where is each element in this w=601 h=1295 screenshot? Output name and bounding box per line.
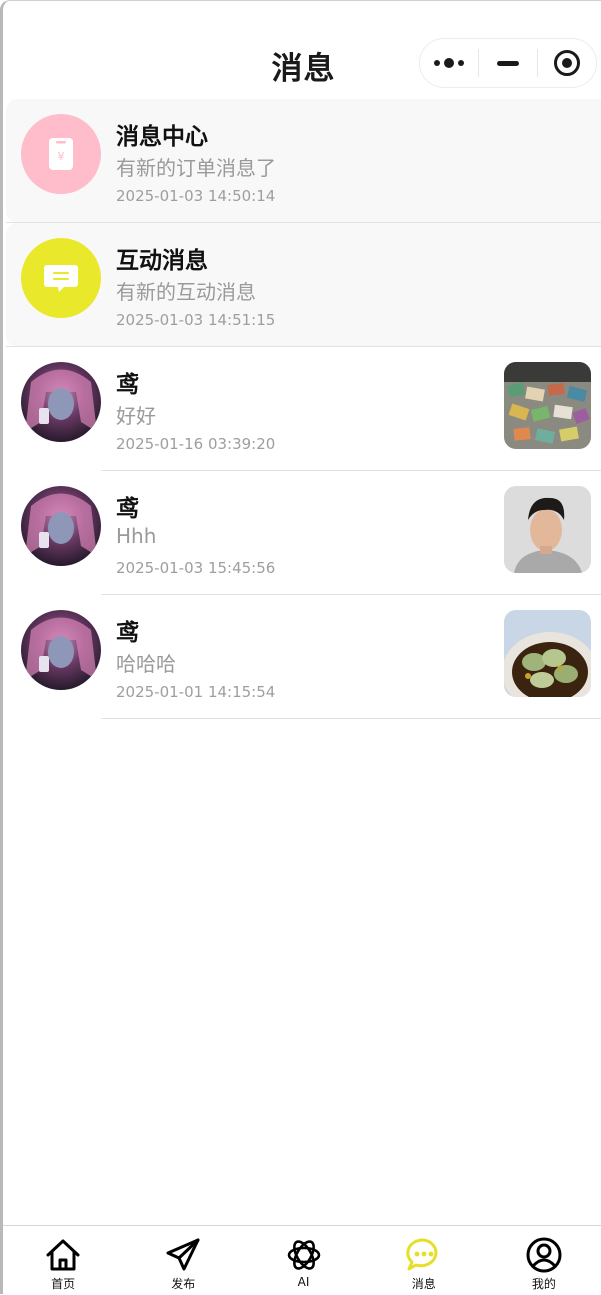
more-dots-icon: [434, 58, 464, 68]
item-time: 2025-01-03 14:51:15: [116, 311, 276, 329]
item-time: 2025-01-03 15:45:56: [116, 559, 276, 577]
list-item-message-center[interactable]: ¥ 消息中心 有新的订单消息了 2025-01-03 14:50:14: [6, 99, 601, 223]
item-name: 消息中心: [116, 124, 208, 150]
tab-label: 消息: [411, 1277, 436, 1291]
chat-icon: [21, 238, 101, 318]
order-icon: ¥: [21, 114, 101, 194]
mini-program-capsule: [419, 38, 597, 88]
message-list: ¥ 消息中心 有新的订单消息了 2025-01-03 14:50:14 互动消息…: [6, 99, 601, 719]
more-button[interactable]: [420, 39, 478, 87]
tab-mine[interactable]: 我的: [484, 1226, 601, 1295]
avatar: [21, 610, 101, 690]
avatar: [21, 486, 101, 566]
item-name: 鸢: [116, 372, 139, 398]
tab-ai[interactable]: AI: [243, 1226, 363, 1295]
tab-publish[interactable]: 发布: [123, 1226, 243, 1295]
tab-label: 首页: [51, 1277, 76, 1291]
avatar: [21, 362, 101, 442]
tab-home[interactable]: 首页: [3, 1226, 123, 1295]
tab-label: 我的: [531, 1277, 556, 1291]
message-icon: [405, 1238, 438, 1271]
divider: [101, 718, 601, 719]
item-preview: 有新的订单消息了: [116, 156, 276, 180]
list-item-chat[interactable]: 鸢 哈哈哈 2025-01-01 14:15:54: [6, 595, 601, 719]
nav-bar: 消息: [3, 1, 601, 99]
ai-icon: [287, 1240, 320, 1270]
item-time: 2025-01-16 03:39:20: [116, 435, 276, 453]
tab-bar: 首页 发布 AI 消息 我的: [3, 1225, 601, 1295]
home-icon: [46, 1239, 80, 1271]
list-item-chat[interactable]: 鸢 好好 2025-01-16 03:39:20: [6, 347, 601, 471]
item-preview: 有新的互动消息: [116, 280, 256, 304]
item-preview: Hhh: [116, 524, 157, 548]
item-name: 鸢: [116, 496, 139, 522]
item-preview: 哈哈哈: [116, 652, 176, 676]
item-time: 2025-01-01 14:15:54: [116, 683, 276, 701]
list-item-interaction[interactable]: 互动消息 有新的互动消息 2025-01-03 14:51:15: [6, 223, 601, 347]
minimize-button[interactable]: [479, 39, 537, 87]
minimize-icon: [497, 60, 519, 66]
item-preview: 好好: [116, 404, 156, 428]
snacks-photo[interactable]: [504, 362, 591, 449]
send-icon: [166, 1238, 200, 1271]
tab-label: AI: [297, 1275, 310, 1289]
item-name: 互动消息: [116, 248, 208, 274]
dumplings-photo[interactable]: [504, 610, 591, 697]
item-name: 鸢: [116, 620, 139, 646]
tab-messages[interactable]: 消息: [364, 1226, 484, 1295]
user-icon: [526, 1237, 562, 1273]
target-circle-icon: [554, 50, 580, 76]
item-time: 2025-01-03 14:50:14: [116, 187, 276, 205]
app-window: 消息 ¥ 消息中心 有新的订单消息了 2025-01-03 14:50:14 互…: [0, 0, 601, 1295]
tab-label: 发布: [171, 1277, 196, 1291]
portrait-photo[interactable]: [504, 486, 591, 573]
list-item-chat[interactable]: 鸢 Hhh 2025-01-03 15:45:56: [6, 471, 601, 595]
close-button[interactable]: [538, 39, 596, 87]
svg-text:¥: ¥: [58, 150, 65, 163]
